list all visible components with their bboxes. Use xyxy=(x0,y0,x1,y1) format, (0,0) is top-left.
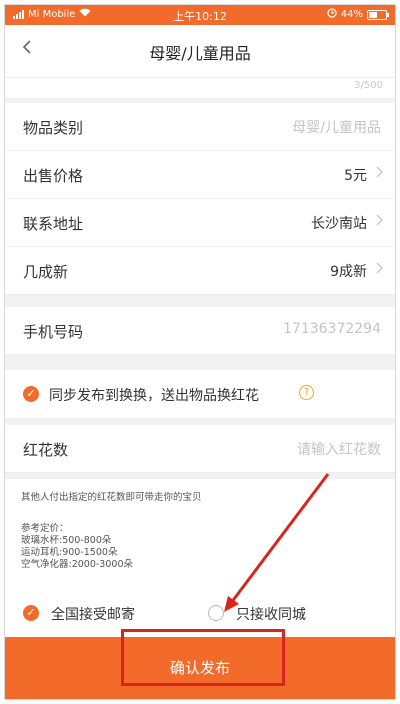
confirm-publish-button[interactable]: 确认发布 xyxy=(5,637,395,699)
address-row[interactable]: 联系地址 长沙南站 xyxy=(5,199,395,247)
flowers-input[interactable]: 请输入红花数 xyxy=(297,439,381,459)
category-label: 物品类别 xyxy=(23,119,84,137)
page-title: 母婴/儿童用品 xyxy=(149,44,251,63)
hint-text: 其他人付出指定的红花数即可带走你的宝贝 xyxy=(21,492,202,503)
nav-bar: 母婴/儿童用品 xyxy=(5,25,395,78)
status-right: 44% xyxy=(327,8,389,21)
ship-nationwide-label[interactable]: 全国接受邮寄 xyxy=(51,604,135,624)
flowers-label: 红花数 xyxy=(23,441,69,459)
sync-label: 同步发布到换换，送出物品换红花 xyxy=(49,388,259,404)
help-icon[interactable]: ? xyxy=(299,385,314,400)
pricing-hint: 其他人付出指定的红花数即可带走你的宝贝 参考定价： 玻璃水杯:500-800朵 … xyxy=(5,479,395,589)
phone-value: 17136372294 xyxy=(283,321,381,337)
condition-label: 几成新 xyxy=(23,263,69,281)
flowers-row[interactable]: 红花数 请输入红花数 xyxy=(5,425,395,473)
condition-row[interactable]: 几成新 9成新 xyxy=(5,247,395,295)
price-label: 出售价格 xyxy=(23,167,84,185)
category-value: 母婴/儿童用品 xyxy=(292,120,381,136)
checkmark-icon[interactable]: ✓ xyxy=(23,605,39,621)
checkmark-icon[interactable]: ✓ xyxy=(23,386,39,402)
description-area[interactable]: 3/500 xyxy=(5,78,395,98)
chevron-right-icon xyxy=(376,212,383,230)
phone-row[interactable]: 手机号码 17136372294 xyxy=(5,307,395,355)
shipping-options: ✓ 全国接受邮寄 只接收同城 xyxy=(5,589,395,637)
address-value: 长沙南站 xyxy=(311,216,367,232)
chevron-right-icon xyxy=(376,164,383,182)
condition-value: 9成新 xyxy=(330,264,367,280)
phone-screen: Mi Mobile 上午10:12 44% 母婴/儿童用品 3/500 物品类别… xyxy=(4,4,396,700)
price-row[interactable]: 出售价格 5元 xyxy=(5,151,395,199)
sync-option-row[interactable]: ✓ 同步发布到换换，送出物品换红花 ? xyxy=(5,370,395,419)
reference-item: 空气净化器:2000-3000朵 xyxy=(21,559,133,570)
battery-percent: 44% xyxy=(340,9,363,20)
status-bar: Mi Mobile 上午10:12 44% xyxy=(5,5,395,25)
address-label: 联系地址 xyxy=(23,215,84,233)
phone-label: 手机号码 xyxy=(23,323,84,341)
chevron-right-icon xyxy=(376,260,383,278)
category-row[interactable]: 物品类别 母婴/儿童用品 xyxy=(5,103,395,151)
ship-local-label[interactable]: 只接收同城 xyxy=(236,604,306,624)
description-counter: 3/500 xyxy=(354,80,383,91)
battery-icon xyxy=(367,9,389,20)
alarm-icon xyxy=(327,8,337,21)
price-value: 5元 xyxy=(344,168,367,184)
radio-unchecked-icon[interactable] xyxy=(208,605,224,621)
